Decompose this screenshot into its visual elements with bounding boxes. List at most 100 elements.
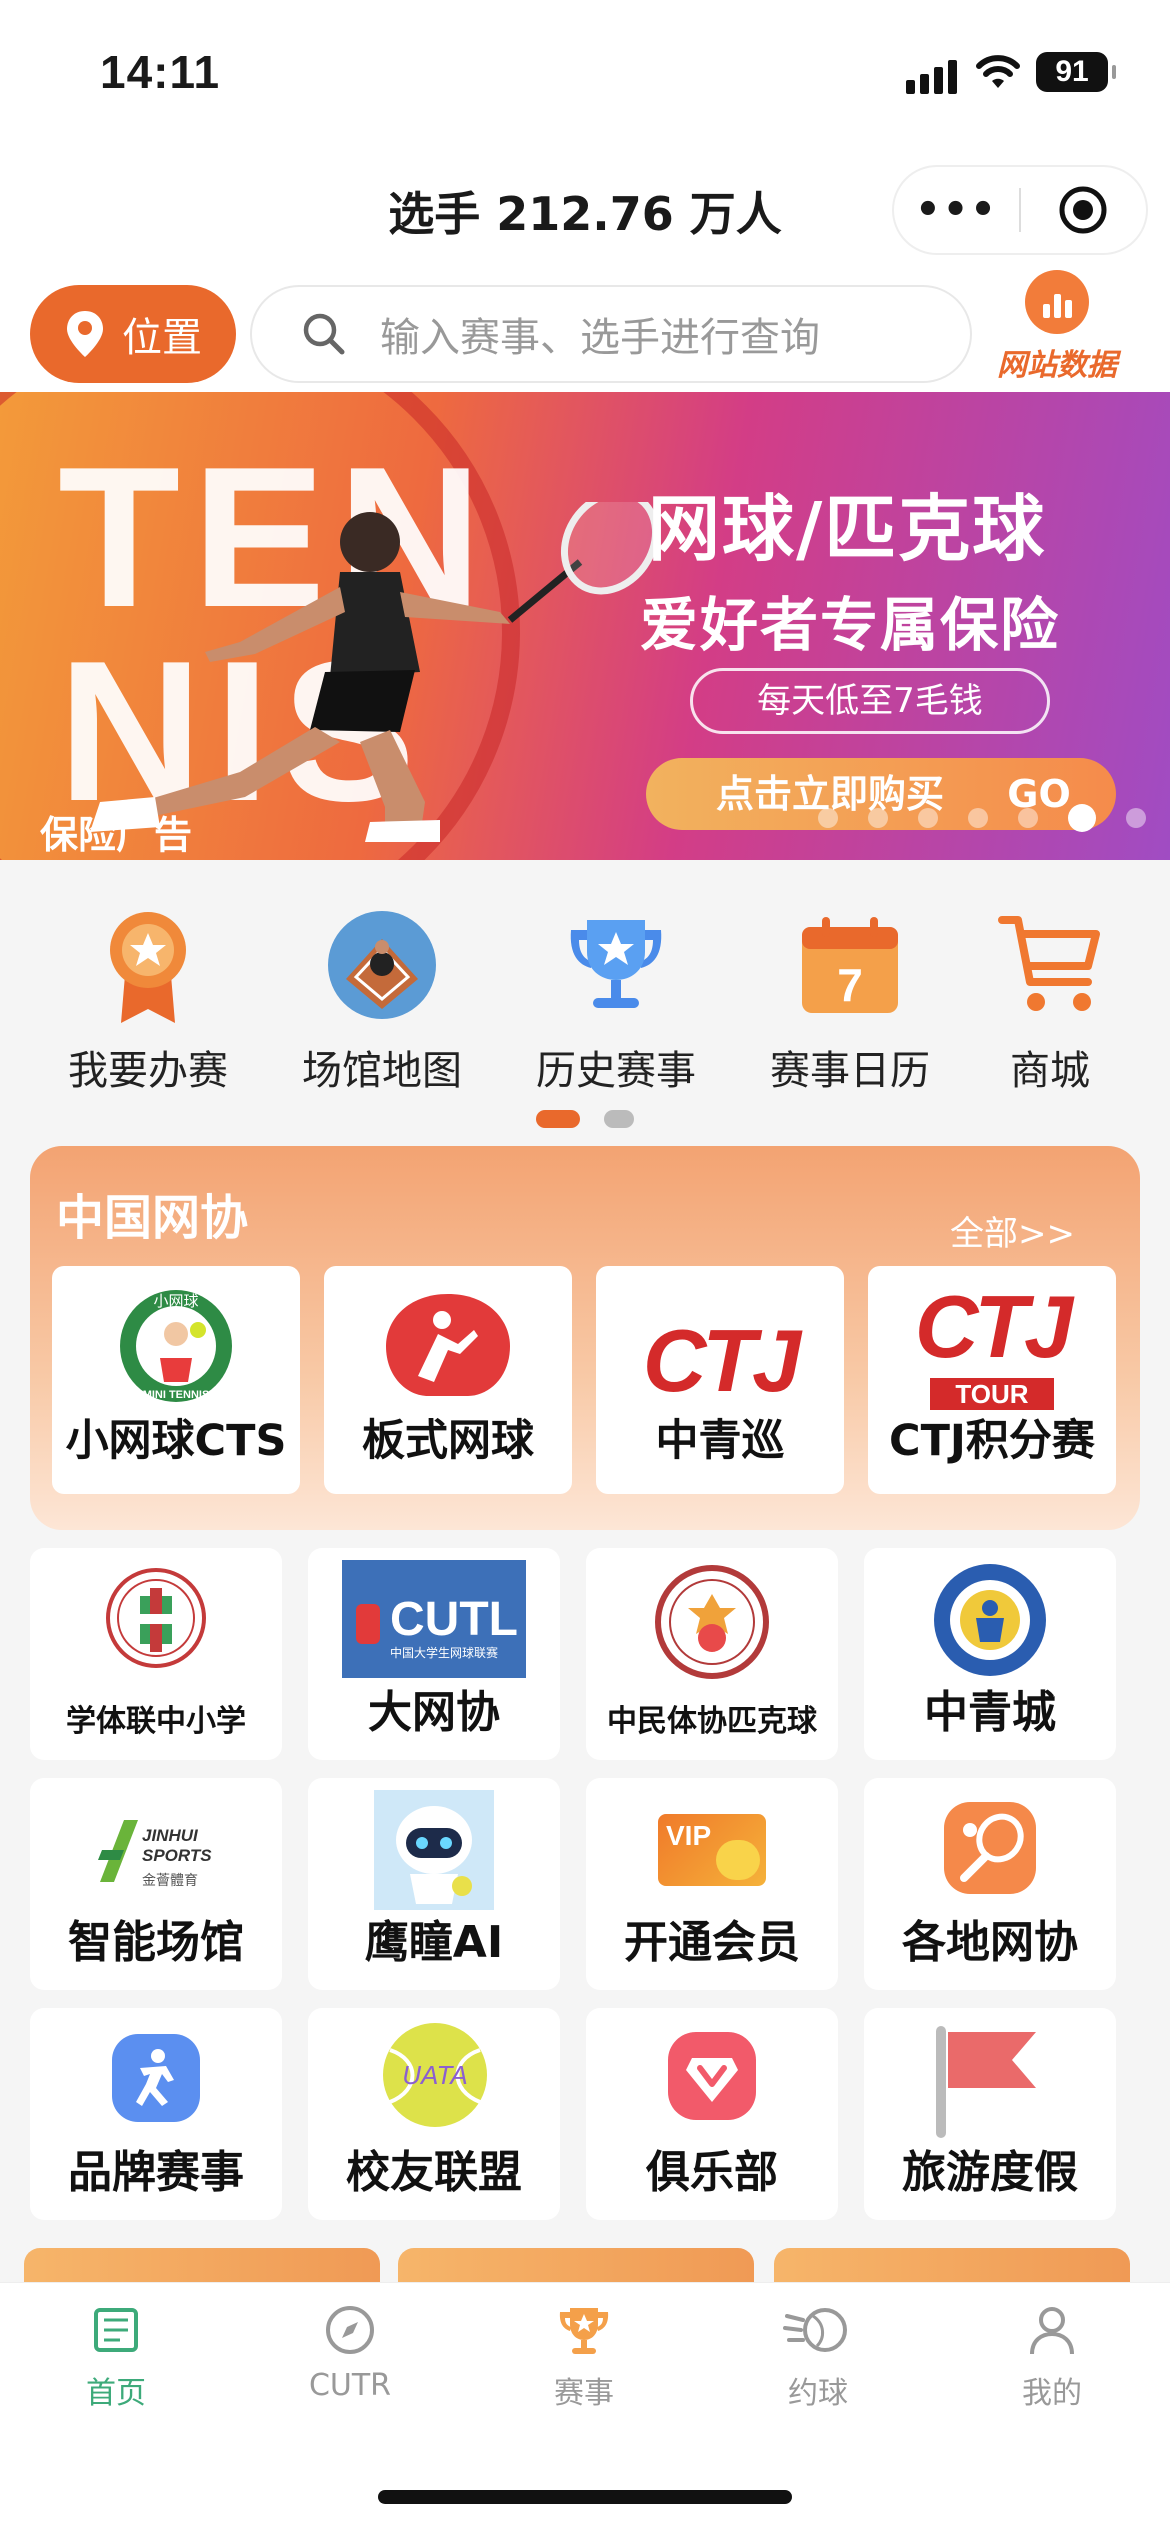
grid-item-label: 大网协 [368,1687,500,1738]
tab-label: 约球 [788,2376,848,2411]
search-icon [303,313,345,355]
pickleball-association-logo [655,1565,769,1679]
trophy-tab-icon [559,2308,609,2354]
cta-card-label: 小网球CTS [65,1416,287,1466]
mini-tennis-logo: 小网球 MINI TENNIS [120,1290,232,1402]
jinhui-logo-text: JINHUI SPORTS [142,1826,212,1865]
banner-dot [918,808,938,828]
news-icon [94,2308,138,2352]
location-button[interactable]: 位置 [30,285,236,383]
cta-all-link[interactable]: 全部>> [950,1206,1075,1255]
target-icon [1059,186,1107,234]
mini-tennis-logo-top: 小网球 [153,1292,198,1310]
wifi-icon [976,55,1020,88]
trophy-icon [570,920,662,1008]
quick-item-label: 赛事日历 [770,1048,930,1094]
battery-indicator: 91 [1036,52,1116,92]
quick-item-history-events[interactable]: 历史赛事 [506,900,726,1096]
cta-card-ctj-tour[interactable]: CTJ TOUR CTJ积分赛 [868,1266,1116,1494]
tab-label: 首页 [86,2376,146,2411]
grid-item-junior-city[interactable]: 中青城 [864,1548,1116,1760]
banner-price-note: 每天低至7毛钱 [690,668,1050,734]
grid-item-label: 学体联中小学 [66,1704,246,1739]
tab-label: 我的 [1022,2376,1082,2411]
cart-icon [998,916,1100,1011]
ctj-tour-logo: CTJ [914,1277,1073,1376]
signal-icon [906,56,958,94]
cta-card-label: 板式网球 [362,1416,534,1466]
grid-item-travel[interactable]: 旅游度假 [864,2008,1116,2220]
cta-card-label: CTJ积分赛 [889,1416,1095,1466]
cta-card-mini-tennis[interactable]: 小网球 MINI TENNIS 小网球CTS [52,1266,300,1494]
grid-item-label: 俱乐部 [646,2147,778,2198]
tab-mine[interactable]: 我的 [962,2302,1142,2412]
banner-dot [1018,808,1038,828]
cta-title: 中国网协 [56,1190,249,1246]
grid-item-label: 品牌赛事 [68,2147,244,2198]
more-button[interactable]: ••• [894,187,1019,233]
banner-ad-tag: 保险广告 [40,813,193,857]
grid-item-label: 各地网协 [902,1917,1078,1968]
grid-item-label: 中青城 [924,1687,1056,1738]
grid-item-cutl[interactable]: CUTL 中国大学生网球联赛 大网协 [308,1548,560,1760]
search-placeholder: 输入赛事、选手进行查询 [380,315,820,361]
tennis-court-icon [328,911,436,1019]
grid-item-pickleball[interactable]: 中民体协匹克球 [586,1548,838,1760]
tab-cutr[interactable]: CUTR [260,2302,440,2403]
quick-item-host-event[interactable]: 我要办赛 [38,900,258,1096]
tennis-player-image [90,502,660,842]
calendar-icon: 7 [802,917,898,1013]
grid-item-ai-eye[interactable]: 鹰瞳AI [308,1778,560,1990]
robot-icon [374,1790,494,1910]
grid-item-membership[interactable]: VIP 开通会员 [586,1778,838,1990]
racket-icon [944,1802,1036,1894]
uata-text: UATA [402,2060,467,2090]
grid-item-local-associations[interactable]: 各地网协 [864,1778,1116,1990]
quick-menu-page-dot [604,1110,634,1128]
location-label: 位置 [122,315,202,361]
status-time: 14:11 [100,46,221,98]
ball-motion-icon [783,2308,847,2352]
quick-item-label: 历史赛事 [536,1048,696,1094]
grid-item-club[interactable]: 俱乐部 [586,2008,838,2220]
quick-item-venue-map[interactable]: 场馆地图 [272,900,492,1096]
banner-headline: 网球/匹克球 [648,487,1047,571]
home-indicator [378,2490,792,2504]
cutl-logo-sub: 中国大学生网球联赛 [390,1646,499,1660]
user-icon [1030,2307,1074,2355]
insurance-banner[interactable]: TEN NIS 网球/匹克球 爱好者专属保险 每天低至7毛钱 点击立即购买 GO… [0,392,1170,860]
close-target-button[interactable] [1021,184,1146,236]
quick-item-label: 场馆地图 [302,1048,462,1094]
site-data-label: 网站数据 [997,348,1117,383]
search-input[interactable]: 输入赛事、选手进行查询 [250,285,972,383]
grid-item-brand-events[interactable]: 品牌赛事 [30,2008,282,2220]
bar-chart-icon [1025,270,1089,334]
tennis-ball-icon: UATA [383,2023,487,2127]
grid-item-alumni-league[interactable]: UATA 校友联盟 [308,2008,560,2220]
jinhui-logo-mark [98,1820,138,1882]
compass-icon [326,2306,374,2354]
tab-home[interactable]: 首页 [26,2302,206,2412]
location-pin-icon [67,311,103,357]
school-sports-logo [106,1568,206,1668]
cta-card-paddle-tennis[interactable]: 板式网球 [324,1266,572,1494]
tab-label: 赛事 [554,2376,614,2411]
banner-dot [968,808,988,828]
banner-dot [818,808,838,828]
quick-item-event-calendar[interactable]: 7 赛事日历 [740,900,960,1096]
cta-card-ctj[interactable]: CTJ 中青巡 [596,1266,844,1494]
grid-item-label: 校友联盟 [346,2147,522,2198]
vip-crown-icon [716,1840,760,1880]
ctj-logo: CTJ [642,1311,801,1410]
quick-item-label: 商城 [1010,1048,1090,1094]
site-data-button[interactable]: 网站数据 [982,270,1132,390]
quick-menu-page-dot-active [536,1110,580,1128]
jinhui-logo-sub: 金薈體育 [142,1873,198,1889]
banner-dot [868,808,888,828]
grid-item-label: 鹰瞳AI [364,1917,504,1968]
tab-events[interactable]: 赛事 [494,2302,674,2412]
grid-item-smart-venue[interactable]: JINHUI SPORTS 金薈體育 智能场馆 [30,1778,282,1990]
grid-item-school-sports[interactable]: 学体联中小学 [30,1548,282,1760]
quick-item-mall[interactable]: 商城 [940,900,1160,1096]
tab-book-match[interactable]: 约球 [728,2302,908,2412]
